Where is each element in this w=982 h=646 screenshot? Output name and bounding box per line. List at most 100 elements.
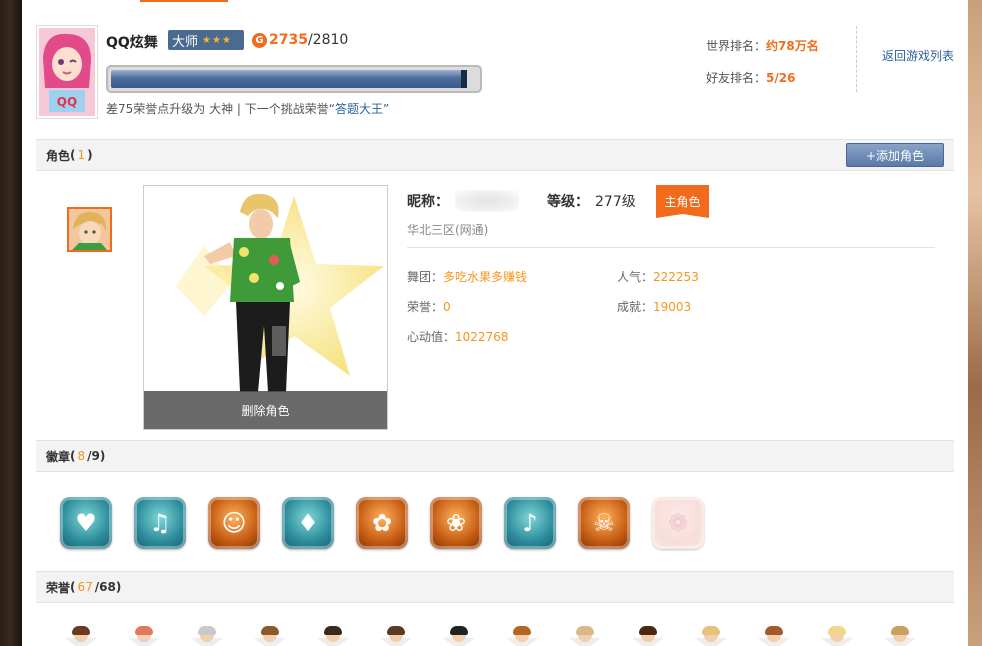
header-divider xyxy=(856,26,857,92)
background-edge xyxy=(968,0,982,646)
honors-section-header: 荣誉 ( 67 /68 ) xyxy=(36,571,954,603)
honor-figure-icon[interactable] xyxy=(879,624,921,646)
role-thumbnail[interactable] xyxy=(67,207,112,252)
honor-hair xyxy=(828,626,846,635)
game-name: QQ炫舞 xyxy=(106,35,158,51)
hat-badge-icon[interactable]: ♦ xyxy=(282,497,334,549)
honor-figure-icon[interactable] xyxy=(438,624,480,646)
add-role-button[interactable]: +添加角色 xyxy=(846,143,944,167)
game-profile-panel: QQ QQ炫舞 大师 ★★★ G 2735 /2810 差75荣誉点升级为 大神… xyxy=(22,0,968,646)
roles-open-paren: ( xyxy=(70,148,76,162)
honor-figure-icon[interactable] xyxy=(375,624,417,646)
honor-figure-icon[interactable] xyxy=(627,624,669,646)
next-honor-link[interactable]: “答题大王” xyxy=(329,102,389,116)
roles-close-paren: ) xyxy=(87,148,93,162)
world-rank-label: 世界排名： xyxy=(706,39,767,53)
nickname-label: 昵称： xyxy=(407,194,449,210)
honor-hair xyxy=(702,626,720,635)
honor-hair xyxy=(261,626,279,635)
honor-score: G 2735 /2810 xyxy=(252,32,348,48)
upgrade-tip-text: 差75荣誉点升级为 大神 | 下一个挑战荣誉 xyxy=(106,102,329,116)
level-value: 277级 xyxy=(595,194,636,210)
microphone-badge-icon[interactable]: ♪ xyxy=(504,497,556,549)
roles-count: 1 xyxy=(77,148,86,162)
honor-figure-icon[interactable] xyxy=(816,624,858,646)
honors-close-paren: ) xyxy=(115,580,122,594)
nickname-blurred xyxy=(455,190,519,212)
honor-hair xyxy=(387,626,405,635)
honor-figure-icon[interactable] xyxy=(690,624,732,646)
badges-total: /9 xyxy=(87,449,100,463)
honor-value: 0 xyxy=(443,300,451,314)
badges-close-paren: ) xyxy=(99,449,106,463)
rose-badge-icon[interactable]: ❁ xyxy=(652,497,704,549)
rankings: 世界排名：约78万名 好友排名：5/26 xyxy=(706,38,819,102)
main-role-tag: 主角色 xyxy=(656,185,709,218)
achievement-label: 成就： xyxy=(617,300,654,314)
honor-label: 荣誉： xyxy=(407,300,444,314)
badges-section-header: 徽章 ( 8 /9 ) xyxy=(36,440,954,472)
dance-group-info: 舞团：多吃水果多赚钱 xyxy=(407,268,527,285)
music-wing-badge-icon[interactable]: ♫ xyxy=(134,497,186,549)
honor-hair xyxy=(513,626,531,635)
honor-hair xyxy=(72,626,90,635)
world-rank-value: 约78万名 xyxy=(766,39,819,53)
honor-progress-fill xyxy=(111,70,468,88)
level-label: 等级： xyxy=(547,194,589,210)
delete-role-button[interactable]: 删除角色 xyxy=(144,391,387,429)
active-tab-indicator xyxy=(140,0,228,2)
honor-figure-icon[interactable] xyxy=(501,624,543,646)
friend-rank-label: 好友排名： xyxy=(706,71,767,85)
honors-open-paren: ( xyxy=(70,580,76,594)
bow-badge-icon[interactable]: ✿ xyxy=(356,497,408,549)
rank-title: 大师 xyxy=(172,34,199,50)
upgrade-tip: 差75荣誉点升级为 大神 | 下一个挑战荣誉“答题大王” xyxy=(106,100,389,117)
skull-badge-icon[interactable]: ☠ xyxy=(578,497,630,549)
honors-earned: 67 xyxy=(77,580,93,594)
honor-figure-icon[interactable] xyxy=(753,624,795,646)
honor-figure-icon[interactable] xyxy=(186,624,228,646)
honor-hair xyxy=(639,626,657,635)
popularity-value: 222253 xyxy=(653,270,699,284)
heart-value: 1022768 xyxy=(455,330,509,344)
server-name: 华北三区(网通) xyxy=(407,223,489,237)
heart-badge-icon[interactable]: ♥ xyxy=(60,497,112,549)
honor-figure-icon[interactable] xyxy=(312,624,354,646)
honor-hair xyxy=(198,626,216,635)
roles-title: 角色 xyxy=(46,148,71,163)
dance-group-value[interactable]: 多吃水果多赚钱 xyxy=(443,270,527,284)
honor-hair xyxy=(324,626,342,635)
honor-list xyxy=(60,624,921,646)
game-cover-image[interactable]: QQ xyxy=(36,25,98,119)
honors-title: 荣誉 xyxy=(46,580,71,595)
friend-rank-row: 好友排名：5/26 xyxy=(706,70,819,102)
friend-rank-value: 5/26 xyxy=(766,71,796,85)
nickname-row: 昵称： 等级： 277级 xyxy=(407,190,636,212)
badges-title: 徽章 xyxy=(46,449,71,464)
honor-info: 荣誉：0 xyxy=(407,298,451,315)
honor-current: 2735 xyxy=(269,32,308,48)
honor-total: /2810 xyxy=(307,32,349,48)
back-to-game-list-link[interactable]: 返回游戏列表 xyxy=(882,47,954,64)
badges-earned: 8 xyxy=(77,449,86,463)
honor-hair xyxy=(450,626,468,635)
honor-hair xyxy=(765,626,783,635)
popularity-info: 人气：222253 xyxy=(617,268,699,285)
dance-group-label: 舞团： xyxy=(407,270,444,284)
rank-stars-icon: ★★★ xyxy=(202,34,232,46)
badges-open-paren: ( xyxy=(70,449,76,463)
heart-info: 心动值：1022768 xyxy=(407,328,508,345)
honor-figure-icon[interactable] xyxy=(564,624,606,646)
honor-figure-icon[interactable] xyxy=(123,624,165,646)
badge-list: ♥ ♫ ☺ ♦ ✿ ❀ ♪ ☠ ❁ xyxy=(60,497,704,549)
svg-text:QQ: QQ xyxy=(57,95,77,109)
heart-label: 心动值： xyxy=(407,330,456,344)
bunny-badge-icon[interactable]: ❀ xyxy=(430,497,482,549)
character-badge-icon[interactable]: ☺ xyxy=(208,497,260,549)
honor-hair xyxy=(135,626,153,635)
honor-figure-icon[interactable] xyxy=(60,624,102,646)
honor-points-icon: G xyxy=(252,32,267,48)
honor-progress-bar xyxy=(106,65,482,93)
achievement-value: 19003 xyxy=(653,300,692,314)
honor-figure-icon[interactable] xyxy=(249,624,291,646)
